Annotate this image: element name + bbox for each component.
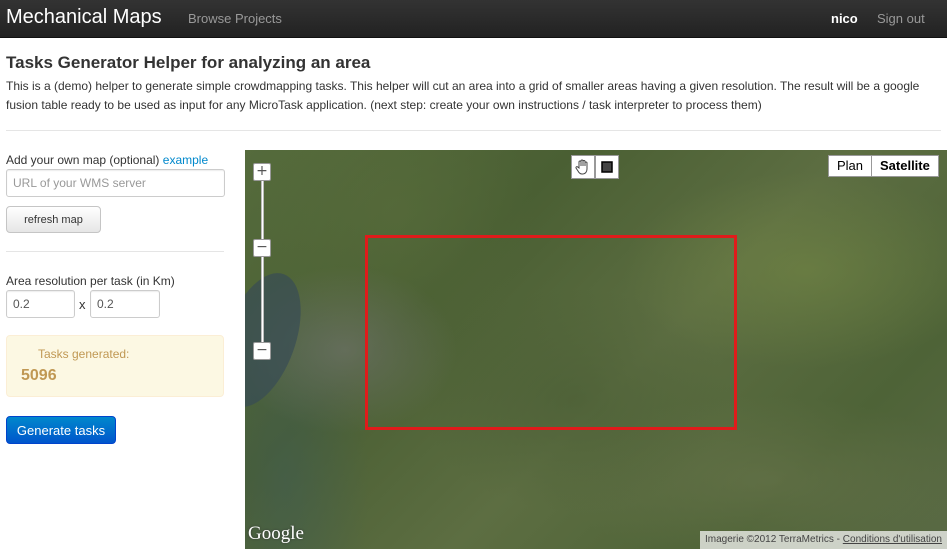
attribution-text: Imagerie ©2012 TerraMetrics - xyxy=(705,534,843,545)
generate-tasks-button[interactable]: Generate tasks xyxy=(6,416,116,444)
zoom-in-button[interactable]: + xyxy=(253,163,271,181)
example-link[interactable]: example xyxy=(163,153,208,167)
map-type-satellite-button[interactable]: Satellite xyxy=(872,155,939,177)
divider xyxy=(6,251,224,252)
map-type-plan-button[interactable]: Plan xyxy=(828,155,873,177)
wms-url-input[interactable] xyxy=(6,169,225,197)
divider xyxy=(6,130,941,131)
terms-link[interactable]: Conditions d'utilisation xyxy=(843,534,942,545)
brand-logo[interactable]: Mechanical Maps xyxy=(6,6,162,29)
tasks-generated-count: 5096 xyxy=(21,367,57,384)
map-attribution: Imagerie ©2012 TerraMetrics - Conditions… xyxy=(700,531,947,549)
zoom-slider-track[interactable] xyxy=(261,168,264,353)
intro-text: This is a (demo) helper to generate simp… xyxy=(6,79,920,112)
browse-projects-link[interactable]: Browse Projects xyxy=(188,11,282,26)
refresh-map-button[interactable]: refresh map xyxy=(6,206,101,233)
top-navbar: Mechanical Maps Browse Projects nico Sig… xyxy=(0,0,947,38)
times-sign: x xyxy=(79,297,86,312)
map-terrain-lake xyxy=(245,262,317,418)
page-title: Tasks Generator Helper for analyzing an … xyxy=(6,53,371,72)
satellite-map[interactable]: + − − Plan Satellite Google Imagerie ©20… xyxy=(245,150,947,549)
zoom-out-button[interactable]: − xyxy=(253,342,271,360)
sign-out-link[interactable]: Sign out xyxy=(877,11,925,26)
hand-pan-icon[interactable] xyxy=(571,155,595,179)
resolution-label: Area resolution per task (in Km) xyxy=(6,274,175,288)
own-map-label-text: Add your own map (optional) xyxy=(6,153,160,167)
google-logo: Google xyxy=(248,523,304,544)
tasks-generated-label: Tasks generated: xyxy=(38,347,130,361)
own-map-label: Add your own map (optional) example xyxy=(6,153,208,167)
tasks-generated-alert: Tasks generated: 5096 xyxy=(6,335,224,397)
user-name[interactable]: nico xyxy=(831,11,858,26)
resolution-y-input[interactable] xyxy=(90,290,160,318)
zoom-slider-handle[interactable]: − xyxy=(253,239,271,257)
rectangle-select-icon[interactable] xyxy=(595,155,619,179)
selected-area-rectangle[interactable] xyxy=(365,235,737,430)
resolution-x-input[interactable] xyxy=(6,290,75,318)
